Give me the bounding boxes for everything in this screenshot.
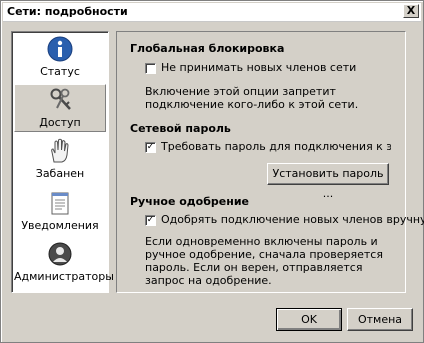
window-title: Сети: подробности bbox=[7, 5, 128, 18]
sidebar-item-label: Забанен bbox=[35, 167, 85, 180]
sidebar-item-access[interactable]: Доступ bbox=[14, 84, 106, 132]
require-password-checkbox[interactable]: ✓ bbox=[145, 142, 156, 153]
sidebar-item-administrators[interactable]: Администраторы bbox=[14, 239, 114, 287]
category-sidebar: Статус Доступ Забанен Уведомления Админи… bbox=[11, 31, 114, 293]
close-button[interactable]: X bbox=[403, 4, 419, 18]
access-settings-panel: Глобальная блокировка Не принимать новых… bbox=[116, 31, 424, 293]
sidebar-item-status[interactable]: Статус bbox=[14, 34, 106, 82]
sidebar-item-banned[interactable]: Забанен bbox=[14, 136, 106, 184]
sidebar-item-label: Уведомления bbox=[21, 219, 99, 232]
sidebar-item-label: Статус bbox=[40, 65, 80, 78]
hand-stop-icon bbox=[51, 138, 69, 163]
network-password-title: Сетевой пароль bbox=[130, 122, 231, 135]
sidebar-item-notifications[interactable]: Уведомления bbox=[14, 188, 106, 236]
reject-new-members-checkbox[interactable] bbox=[145, 63, 156, 74]
title-bar[interactable]: Сети: подробности X bbox=[3, 3, 421, 22]
require-password-label[interactable]: Требовать пароль для подключения к этой … bbox=[161, 140, 391, 153]
close-icon: X bbox=[406, 4, 416, 17]
manual-approval-label[interactable]: Одобрять подключение новых членов вручну… bbox=[161, 213, 424, 226]
ok-button[interactable]: OK bbox=[276, 308, 342, 331]
manual-approval-checkbox[interactable]: ✓ bbox=[145, 215, 156, 226]
notepad-icon bbox=[51, 192, 69, 215]
cancel-button[interactable]: Отмена bbox=[347, 308, 413, 331]
sidebar-item-label: Доступ bbox=[39, 116, 81, 129]
global-lock-description: Включение этой опции запретит подключени… bbox=[145, 85, 359, 111]
info-icon bbox=[47, 36, 73, 62]
keys-icon bbox=[50, 88, 71, 110]
manual-approval-description: Если одновременно включены пароль и ручн… bbox=[145, 235, 383, 287]
global-lock-title: Глобальная блокировка bbox=[130, 42, 285, 55]
admin-badge-icon bbox=[48, 242, 72, 266]
dialog-window: Сети: подробности X Статус Доступ Забане… bbox=[0, 0, 424, 343]
manual-approval-title: Ручное одобрение bbox=[130, 195, 250, 208]
reject-new-members-label[interactable]: Не принимать новых членов сети bbox=[161, 61, 356, 74]
sidebar-item-label: Администраторы bbox=[14, 270, 114, 283]
set-password-button[interactable]: Установить пароль ... bbox=[267, 163, 389, 200]
